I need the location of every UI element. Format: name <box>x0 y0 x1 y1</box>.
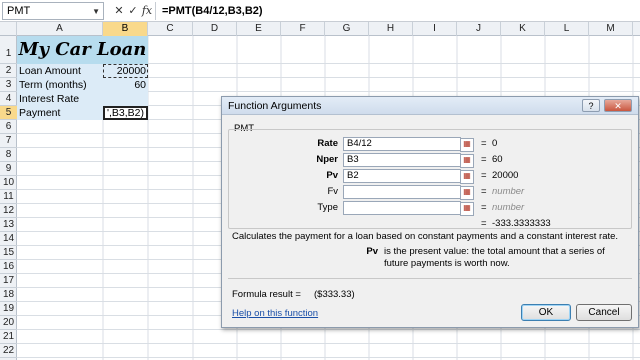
row-header[interactable]: 3 <box>0 78 17 92</box>
equals-sign: = <box>481 186 487 197</box>
row-header[interactable]: 2 <box>0 64 17 78</box>
column-headers: A B C D E F G H I J K L M <box>0 22 640 36</box>
argument-input-fv[interactable] <box>343 185 461 199</box>
row-header[interactable]: 1 <box>0 36 17 64</box>
row-header[interactable]: 4 <box>0 92 17 106</box>
column-header[interactable]: I <box>413 22 457 36</box>
name-box-value: PMT <box>7 5 31 17</box>
row-header-selected[interactable]: 5 <box>0 106 17 120</box>
row-header[interactable]: 20 <box>0 316 17 330</box>
enter-entry-icon[interactable]: ✓ <box>126 3 140 19</box>
column-header[interactable]: D <box>193 22 237 36</box>
insert-function-button[interactable]: fx <box>140 3 154 19</box>
argument-value-rate: 0 <box>492 138 498 149</box>
dialog-divider <box>228 278 632 279</box>
cell-a4[interactable]: Interest Rate <box>17 92 103 106</box>
column-header[interactable]: H <box>369 22 413 36</box>
cell-a3[interactable]: Term (months) <box>17 78 103 92</box>
formula-bar: PMT ▼ ✕ ✓ fx =PMT(B4/12,B3,B2) <box>0 0 640 22</box>
help-on-function-link[interactable]: Help on this function <box>232 308 318 320</box>
ok-button[interactable]: OK <box>521 304 571 321</box>
formula-input[interactable]: =PMT(B4/12,B3,B2) <box>162 3 263 19</box>
row-header[interactable]: 21 <box>0 330 17 344</box>
name-box[interactable]: PMT ▼ <box>2 2 104 20</box>
row-header[interactable]: 6 <box>0 120 17 134</box>
cell-b2[interactable]: 20000 <box>103 64 148 78</box>
argument-label-fv: Fv <box>327 186 338 197</box>
help-button[interactable]: ? <box>582 99 600 112</box>
cell-a2[interactable]: Loan Amount <box>17 64 103 78</box>
column-header-selected[interactable]: B <box>103 22 148 36</box>
function-arguments-dialog: Function Arguments ? ✕ PMT Calculates th… <box>221 96 639 328</box>
select-all-corner[interactable] <box>0 22 17 36</box>
dialog-titlebar[interactable]: Function Arguments ? ✕ <box>222 97 638 115</box>
equals-sign: = <box>481 218 487 229</box>
chevron-down-icon[interactable]: ▼ <box>92 5 100 19</box>
collapse-dialog-icon[interactable]: ▦ <box>460 186 474 200</box>
formula-bar-divider <box>155 2 156 20</box>
collapse-dialog-icon[interactable]: ▦ <box>460 138 474 152</box>
argument-input-rate[interactable]: B4/12 <box>343 137 461 151</box>
formula-result-label: Formula result = <box>232 289 301 300</box>
sheet-title[interactable]: My Car Loan <box>17 36 148 64</box>
column-header[interactable]: J <box>457 22 501 36</box>
argument-value-fv: number <box>492 186 525 197</box>
column-header[interactable]: M <box>589 22 633 36</box>
collapse-dialog-icon[interactable]: ▦ <box>460 170 474 184</box>
row-header[interactable]: 12 <box>0 204 17 218</box>
argument-value-pv: 20000 <box>492 170 519 181</box>
equals-sign: = <box>481 170 487 181</box>
argument-label-rate: Rate <box>317 138 338 149</box>
argument-input-pv[interactable]: B2 <box>343 169 461 183</box>
row-header[interactable]: 16 <box>0 260 17 274</box>
row-header[interactable]: 9 <box>0 162 17 176</box>
row-header[interactable]: 14 <box>0 232 17 246</box>
column-header[interactable]: E <box>237 22 281 36</box>
column-header[interactable]: G <box>325 22 369 36</box>
cell-a5[interactable]: Payment <box>17 106 103 120</box>
cancel-button[interactable]: Cancel <box>576 304 632 321</box>
argument-value-type: number <box>492 202 525 213</box>
function-description: Calculates the payment for a loan based … <box>232 231 619 242</box>
column-header[interactable]: F <box>281 22 325 36</box>
row-header[interactable]: 7 <box>0 134 17 148</box>
argument-help-name: Pv <box>366 246 378 257</box>
equals-sign: = <box>481 138 487 149</box>
column-header[interactable]: L <box>545 22 589 36</box>
cell-b4[interactable] <box>103 92 148 106</box>
argument-input-nper[interactable]: B3 <box>343 153 461 167</box>
row-header[interactable]: 13 <box>0 218 17 232</box>
equals-sign: = <box>481 202 487 213</box>
collapse-dialog-icon[interactable]: ▦ <box>460 154 474 168</box>
argument-help-text: is the present value: the total amount t… <box>384 246 605 269</box>
function-result-value: -333.3333333 <box>492 218 551 229</box>
equals-sign: = <box>481 154 487 165</box>
row-header[interactable]: 17 <box>0 274 17 288</box>
dialog-title: Function Arguments <box>228 100 322 112</box>
argument-label-nper: Nper <box>316 154 338 165</box>
row-header[interactable]: 22 <box>0 344 17 358</box>
row-header[interactable]: 8 <box>0 148 17 162</box>
argument-value-nper: 60 <box>492 154 503 165</box>
formula-result-value: ($333.33) <box>314 289 355 300</box>
cancel-entry-icon[interactable]: ✕ <box>112 3 126 19</box>
argument-label-type: Type <box>317 202 338 213</box>
row-header[interactable]: 18 <box>0 288 17 302</box>
cell-b3[interactable]: 60 <box>103 78 148 92</box>
close-button[interactable]: ✕ <box>604 99 632 112</box>
row-headers: 1 2 3 4 5 6 7 8 9 10 11 12 13 14 15 16 17 18 19 20 21 22 <box>0 36 17 360</box>
column-header[interactable]: C <box>148 22 193 36</box>
row-header[interactable]: 15 <box>0 246 17 260</box>
row-header[interactable]: 10 <box>0 176 17 190</box>
argument-input-type[interactable] <box>343 201 461 215</box>
column-header[interactable]: K <box>501 22 545 36</box>
collapse-dialog-icon[interactable]: ▦ <box>460 202 474 216</box>
cell-b5-editing[interactable]: ',B3,B2) <box>103 106 148 120</box>
row-header[interactable]: 11 <box>0 190 17 204</box>
column-header[interactable]: A <box>17 22 103 36</box>
row-header[interactable]: 19 <box>0 302 17 316</box>
argument-label-pv: Pv <box>326 170 338 181</box>
